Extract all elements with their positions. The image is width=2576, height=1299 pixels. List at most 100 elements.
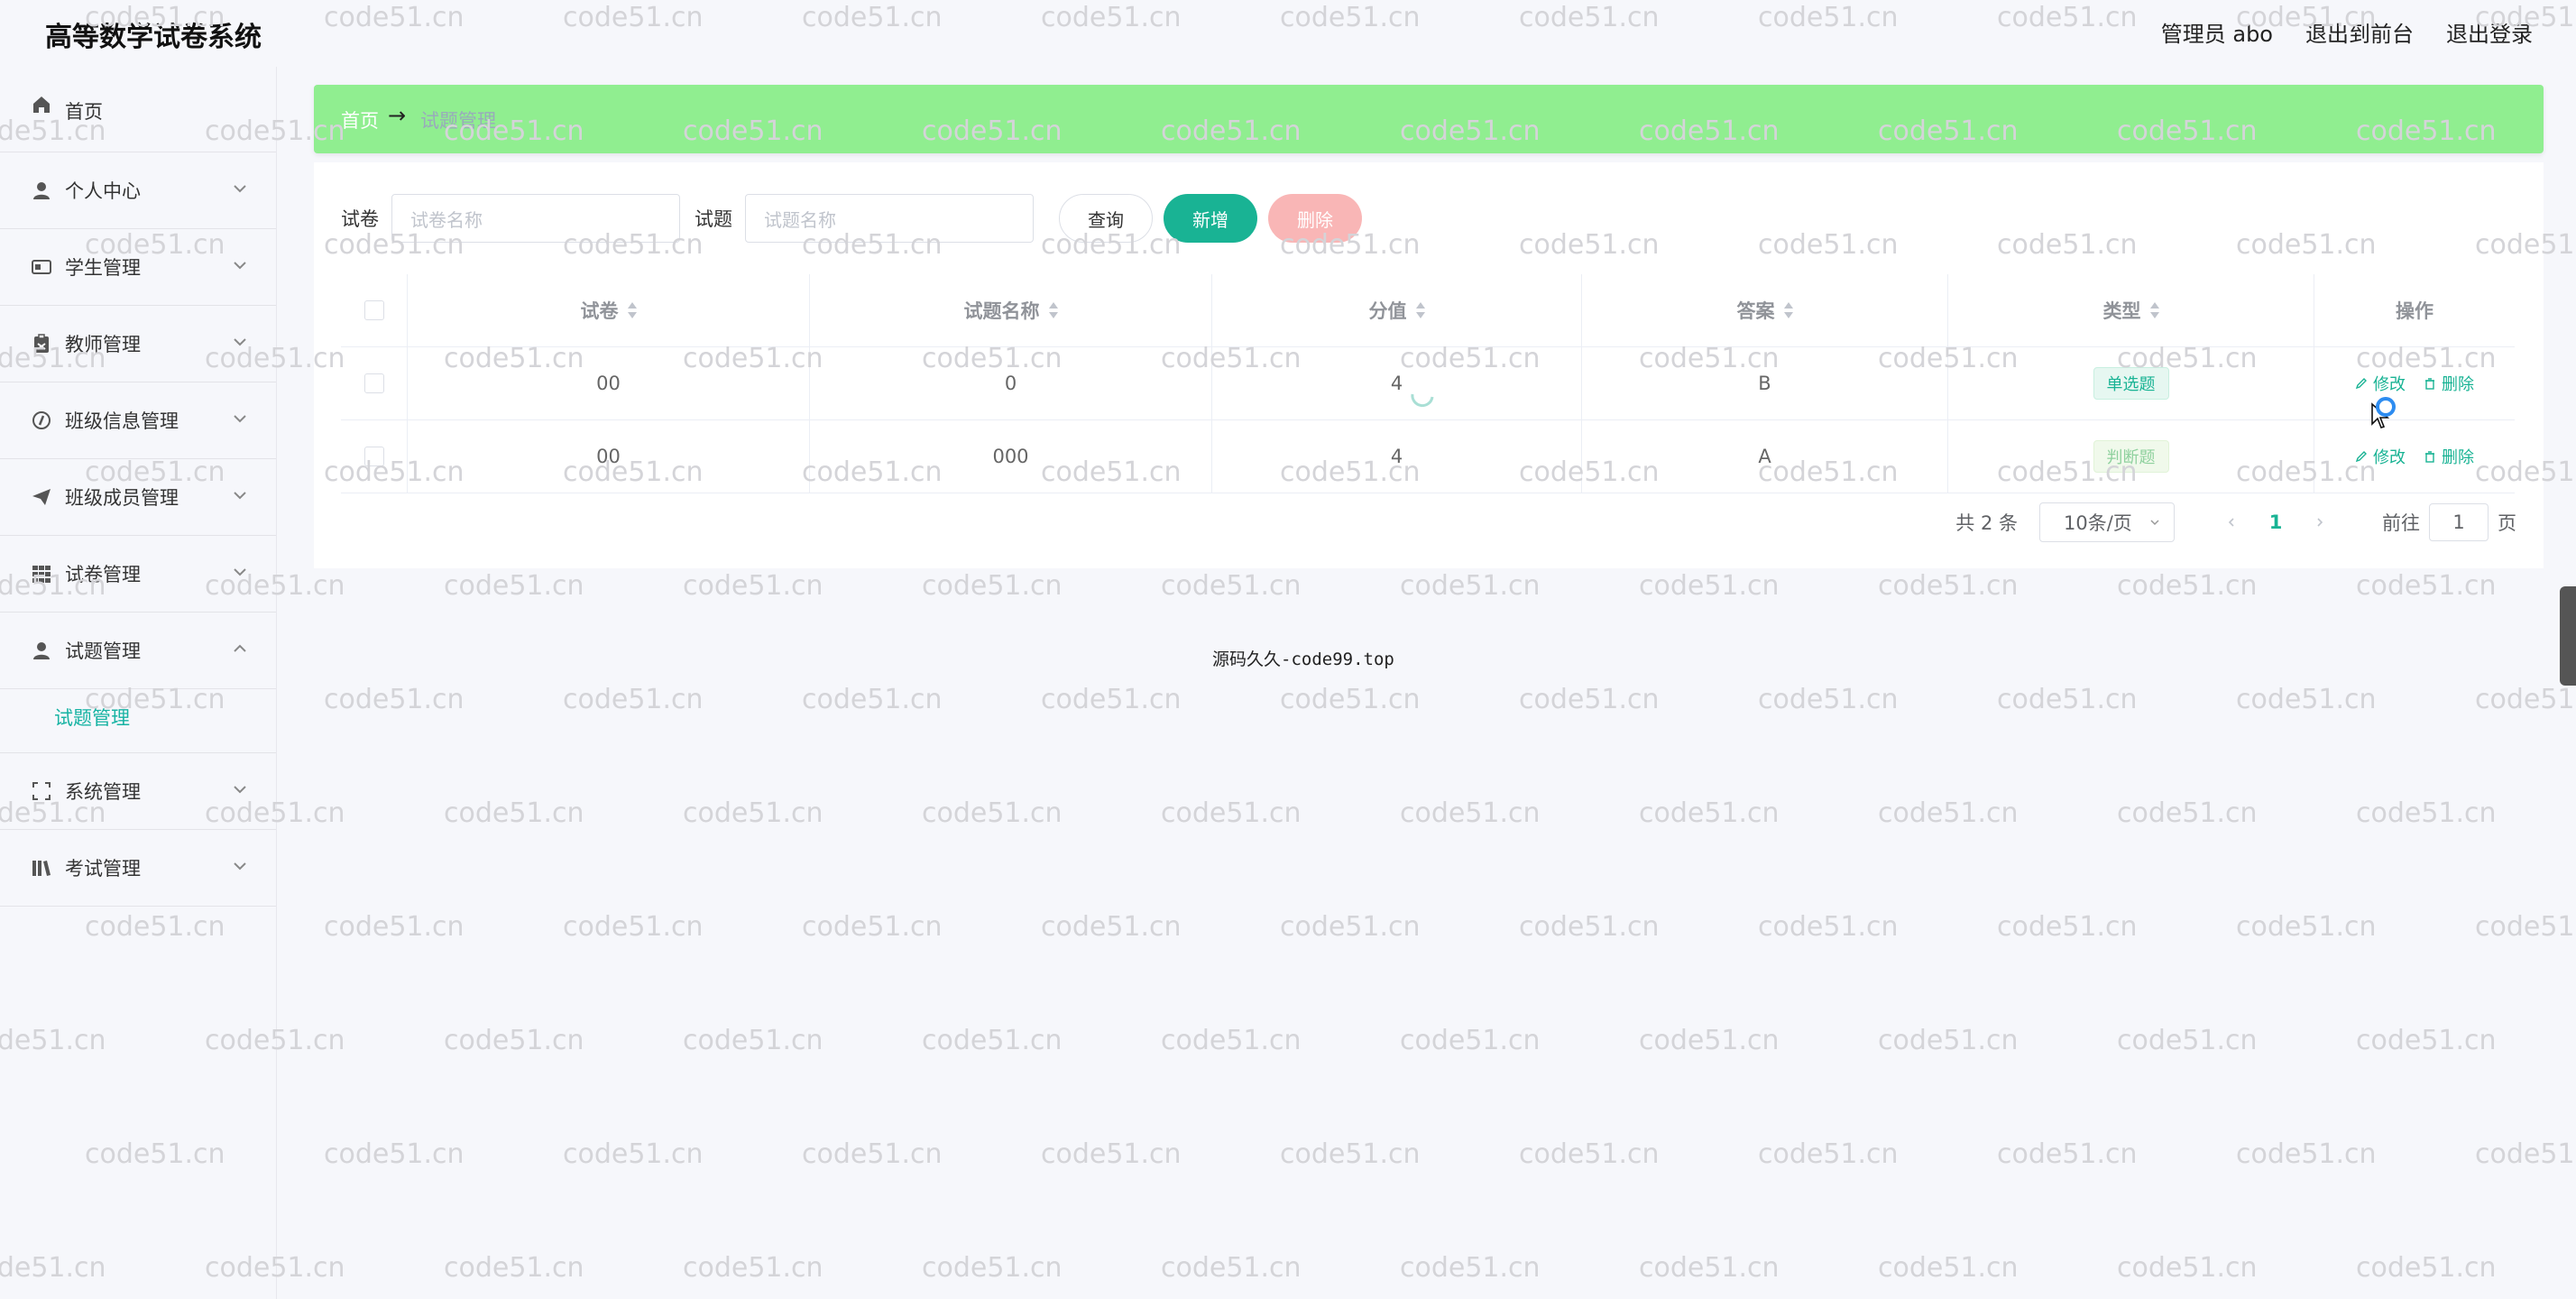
- watermark-text: code51.cn: [683, 797, 823, 829]
- watermark-text: code51.cn: [802, 684, 943, 715]
- watermark-text: code51.cn: [1519, 684, 1660, 715]
- sidebar-item-questions[interactable]: 试题管理: [0, 613, 276, 689]
- chevron-left-icon: [2228, 518, 2234, 527]
- header-label: 试卷: [580, 300, 619, 322]
- breadcrumb: 首页 → 试题管理: [314, 85, 2544, 153]
- watermark-text: code51.cn: [2117, 570, 2258, 602]
- breadcrumb-home[interactable]: 首页: [341, 106, 379, 134]
- row-checkbox[interactable]: [363, 373, 384, 393]
- watermark-text: code51.cn: [444, 1025, 584, 1056]
- page-size-select[interactable]: 10条/页: [2039, 502, 2175, 542]
- row-check-cell: [341, 347, 408, 419]
- cell-score: 4: [1212, 347, 1582, 419]
- watermark-text: code51.cn: [444, 570, 584, 602]
- header-type[interactable]: 类型: [1948, 274, 2314, 346]
- watermark-text: code51.cn: [1758, 1138, 1899, 1170]
- watermark-text: code51.cn: [2475, 911, 2576, 943]
- chevron-up-icon: [234, 644, 246, 652]
- admin-user-link[interactable]: 管理员 abo: [2161, 16, 2273, 48]
- watermark-text: code51.cn: [2356, 1252, 2497, 1284]
- loading-spinner-icon: [1411, 393, 1434, 408]
- select-all-checkbox[interactable]: [363, 300, 384, 320]
- header-question-name[interactable]: 试题名称: [810, 274, 1212, 346]
- edit-label: 修改: [2373, 448, 2406, 467]
- cell-type: 判断题: [1948, 420, 2314, 493]
- cell-operations: 修改 删除: [2314, 347, 2515, 419]
- watermark-text: code51.cn: [1400, 570, 1541, 602]
- question-search-input[interactable]: 试题名称: [745, 194, 1034, 243]
- sort-icon[interactable]: [1048, 302, 1058, 318]
- cell-type: 单选题: [1948, 347, 2314, 419]
- cell-question-name: 0: [810, 347, 1212, 419]
- trash-icon: [2425, 378, 2434, 390]
- edit-button[interactable]: 修改: [2355, 445, 2406, 468]
- sort-icon[interactable]: [1415, 302, 1425, 318]
- sidebar-item-papers[interactable]: 试卷管理: [0, 536, 276, 613]
- prev-page-button[interactable]: [2218, 516, 2245, 529]
- sidebar-item-students[interactable]: 学生管理: [0, 229, 276, 306]
- edit-label: 修改: [2373, 375, 2406, 394]
- sort-icon[interactable]: [2149, 302, 2159, 318]
- watermark-text: code51.cn: [1878, 797, 2019, 829]
- user-icon: [33, 182, 50, 199]
- watermark-text: code51.cn: [922, 797, 1063, 829]
- row-actions: 修改 删除: [2346, 445, 2483, 468]
- sort-icon[interactable]: [627, 302, 637, 318]
- chevron-down-icon: [234, 415, 246, 423]
- header-answer[interactable]: 答案: [1582, 274, 1948, 346]
- sidebar-item-label: 班级信息管理: [65, 410, 179, 432]
- watermark-text: code51.cn: [1280, 911, 1421, 943]
- delete-row-button[interactable]: 删除: [2424, 372, 2474, 395]
- paper-search-input[interactable]: 试卷名称: [391, 194, 680, 243]
- exit-to-frontend-link[interactable]: 退出到前台: [2305, 16, 2414, 48]
- header-paper[interactable]: 试卷: [408, 274, 810, 346]
- table-row: 00 000 4 A 判断题 修改 删除: [341, 420, 2515, 493]
- query-button[interactable]: 查询: [1059, 194, 1153, 243]
- next-page-button[interactable]: [2306, 516, 2333, 529]
- sidebar-item-home[interactable]: 首页: [0, 67, 276, 152]
- goto-page-input[interactable]: 1: [2429, 503, 2489, 541]
- watermark-text: code51.cn: [1041, 1138, 1182, 1170]
- sidebar-item-system[interactable]: 系统管理: [0, 753, 276, 830]
- search-bar: 试卷 试卷名称 试题 试题名称 查询 新增 删除: [341, 193, 1362, 244]
- sidebar-item-teachers[interactable]: 教师管理: [0, 306, 276, 382]
- watermark-text: code51.cn: [563, 911, 704, 943]
- sidebar-item-personal-center[interactable]: 个人中心: [0, 152, 276, 229]
- goto-label: 前往: [2382, 512, 2420, 534]
- breadcrumb-current: 试题管理: [420, 110, 496, 132]
- page-jumper: 前往 1 页: [2382, 503, 2516, 541]
- edit-button[interactable]: 修改: [2355, 372, 2406, 395]
- sort-icon[interactable]: [1783, 302, 1793, 318]
- watermark-text: code51.cn: [1997, 1138, 2138, 1170]
- logout-link[interactable]: 退出登录: [2446, 16, 2533, 48]
- delete-button[interactable]: 删除: [1268, 194, 1362, 243]
- watermark-text: code51.cn: [1639, 797, 1780, 829]
- user-icon: [33, 642, 50, 659]
- header-label: 分值: [1368, 300, 1407, 322]
- sidebar-item-label: 试题管理: [65, 640, 141, 662]
- watermark-text: code51.cn: [1400, 1025, 1541, 1056]
- chevron-down-icon: [234, 862, 246, 871]
- row-checkbox[interactable]: [363, 447, 384, 466]
- delete-row-button[interactable]: 删除: [2424, 445, 2474, 468]
- cell-answer: A: [1582, 420, 1948, 493]
- watermark-text: code51.cn: [922, 1025, 1063, 1056]
- watermark-text: code51.cn: [1758, 911, 1899, 943]
- sidebar-item-class-info[interactable]: 班级信息管理: [0, 382, 276, 459]
- sidebar-item-class-members[interactable]: 班级成员管理: [0, 459, 276, 536]
- side-panel-handle[interactable]: [2560, 586, 2576, 686]
- watermark-text: code51.cn: [563, 684, 704, 715]
- books-icon: [32, 861, 51, 876]
- header-score[interactable]: 分值: [1212, 274, 1582, 346]
- watermark-text: code51.cn: [922, 1252, 1063, 1284]
- sidebar-subitem-questions[interactable]: 试题管理: [0, 689, 276, 753]
- add-button[interactable]: 新增: [1164, 194, 1257, 243]
- sidebar-subitem-label: 试题管理: [54, 707, 130, 729]
- watermark-text: code51.cn: [2236, 684, 2377, 715]
- header-label: 操作: [2396, 300, 2433, 322]
- sidebar-item-exams[interactable]: 考试管理: [0, 830, 276, 907]
- watermark-text: code51.cn: [683, 1252, 823, 1284]
- pagination: 共 2 条 10条/页 1 前往 1 页: [1955, 502, 2516, 543]
- watermark-text: code51.cn: [324, 1138, 465, 1170]
- current-page[interactable]: 1: [2258, 511, 2294, 533]
